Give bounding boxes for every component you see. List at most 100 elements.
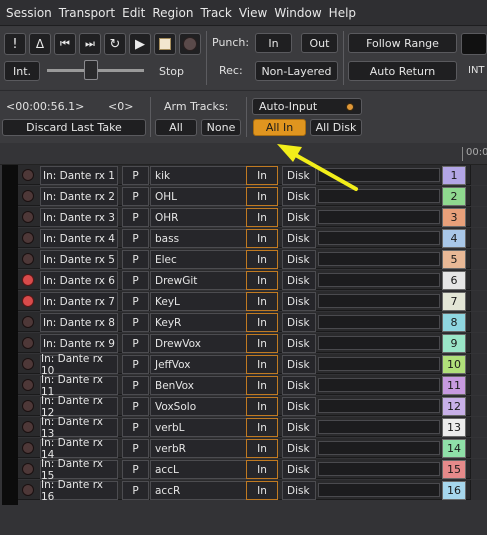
record-arm-button[interactable] — [22, 274, 34, 286]
track-input-button[interactable]: In: Dante rx 1 — [40, 166, 118, 185]
track-input-button[interactable]: In: Dante rx 4 — [40, 229, 118, 248]
monitor-input-button[interactable]: In — [246, 271, 278, 290]
track-region-area[interactable] — [470, 417, 487, 437]
rec-mode-button[interactable]: Non-Layered — [255, 61, 338, 81]
monitor-disk-button[interactable]: Disk — [282, 250, 316, 269]
track-input-button[interactable]: In: Dante rx 8 — [40, 313, 118, 332]
monitor-disk-button[interactable]: Disk — [282, 292, 316, 311]
track-region-area[interactable] — [470, 354, 487, 374]
shuttle-slider-knob[interactable] — [84, 60, 98, 80]
monitor-disk-button[interactable]: Disk — [282, 355, 316, 374]
track-region-area[interactable] — [470, 291, 487, 311]
menu-track[interactable]: Track — [200, 6, 231, 20]
auto-return-button[interactable]: Auto Return — [348, 61, 457, 81]
track-input-button[interactable]: In: Dante rx 2 — [40, 187, 118, 206]
monitor-disk-button[interactable]: Disk — [282, 334, 316, 353]
track-row[interactable]: In: Dante rx 15 P accL In Disk 15 — [18, 458, 487, 482]
track-input-button[interactable]: In: Dante rx 11 — [40, 374, 118, 398]
track-row[interactable]: In: Dante rx 5 P Elec In Disk 5 — [18, 249, 487, 270]
track-name[interactable]: bass — [150, 229, 260, 248]
play-button[interactable]: ▶ — [129, 33, 151, 55]
menu-session[interactable]: Session — [6, 6, 52, 20]
menu-view[interactable]: View — [239, 6, 267, 20]
track-input-button[interactable]: In: Dante rx 3 — [40, 208, 118, 227]
stop-button[interactable] — [154, 33, 176, 55]
monitor-disk-button[interactable]: Disk — [282, 313, 316, 332]
monitor-disk-button[interactable]: Disk — [282, 460, 316, 479]
monitor-input-button[interactable]: In — [246, 208, 278, 227]
clock-mode-button[interactable]: Int. — [4, 61, 40, 81]
monitor-disk-button[interactable]: Disk — [282, 187, 316, 206]
menu-edit[interactable]: Edit — [122, 6, 145, 20]
track-input-button[interactable]: In: Dante rx 12 — [40, 395, 118, 419]
punch-in-button[interactable]: In — [255, 33, 292, 53]
punch-out-button[interactable]: Out — [301, 33, 338, 53]
monitor-disk-button[interactable]: Disk — [282, 481, 316, 500]
record-arm-button[interactable] — [22, 358, 34, 370]
arm-all-button[interactable]: All — [155, 119, 197, 136]
record-arm-button[interactable] — [22, 211, 34, 223]
track-row[interactable]: In: Dante rx 1 P kik In Disk 1 — [18, 165, 487, 186]
monitor-input-button[interactable]: In — [246, 187, 278, 206]
track-region-area[interactable] — [470, 249, 487, 269]
track-region-area[interactable] — [470, 375, 487, 395]
record-arm-button[interactable] — [22, 190, 34, 202]
track-playlist-button[interactable]: P — [122, 376, 149, 395]
record-arm-button[interactable] — [22, 379, 34, 391]
monitor-input-button[interactable]: In — [246, 334, 278, 353]
loop-button[interactable]: ↻ — [104, 33, 126, 55]
track-name[interactable]: accR — [150, 481, 260, 500]
track-input-button[interactable]: In: Dante rx 13 — [40, 416, 118, 440]
monitor-disk-button[interactable]: Disk — [282, 418, 316, 437]
all-in-button[interactable]: All In — [253, 119, 306, 136]
record-arm-button[interactable] — [22, 253, 34, 265]
record-arm-button[interactable] — [22, 295, 34, 307]
track-name[interactable]: verbR — [150, 439, 260, 458]
track-row[interactable]: In: Dante rx 9 P DrewVox In Disk 9 — [18, 333, 487, 354]
track-region-area[interactable] — [470, 333, 487, 353]
record-arm-button[interactable] — [22, 232, 34, 244]
track-row[interactable]: In: Dante rx 6 P DrewGit In Disk 6 — [18, 270, 487, 291]
record-arm-button[interactable] — [22, 316, 34, 328]
monitor-input-button[interactable]: In — [246, 166, 278, 185]
track-playlist-button[interactable]: P — [122, 460, 149, 479]
track-name[interactable]: KeyL — [150, 292, 260, 311]
monitor-input-button[interactable]: In — [246, 355, 278, 374]
track-playlist-button[interactable]: P — [122, 166, 149, 185]
track-region-area[interactable] — [470, 480, 487, 500]
track-input-button[interactable]: In: Dante rx 10 — [40, 353, 118, 377]
follow-range-button[interactable]: Follow Range — [348, 33, 457, 53]
monitor-input-button[interactable]: In — [246, 313, 278, 332]
track-row[interactable]: In: Dante rx 10 P JeffVox In Disk 10 — [18, 353, 487, 377]
track-name[interactable]: DrewVox — [150, 334, 260, 353]
track-row[interactable]: In: Dante rx 13 P verbL In Disk 13 — [18, 416, 487, 440]
track-playlist-button[interactable]: P — [122, 481, 149, 500]
record-arm-button[interactable] — [22, 400, 34, 412]
track-row[interactable]: In: Dante rx 2 P OHL In Disk 2 — [18, 186, 487, 207]
track-name[interactable]: OHL — [150, 187, 260, 206]
track-row[interactable]: In: Dante rx 14 P verbR In Disk 14 — [18, 437, 487, 461]
monitor-disk-button[interactable]: Disk — [282, 229, 316, 248]
track-region-area[interactable] — [470, 186, 487, 206]
alert-button[interactable]: ! — [4, 33, 26, 55]
record-arm-button[interactable] — [22, 484, 34, 496]
track-input-button[interactable]: In: Dante rx 6 — [40, 271, 118, 290]
record-arm-button[interactable] — [22, 421, 34, 433]
track-name[interactable]: Elec — [150, 250, 260, 269]
monitor-input-button[interactable]: In — [246, 418, 278, 437]
goto-end-button[interactable]: ⏭ — [79, 33, 101, 55]
track-region-area[interactable] — [470, 438, 487, 458]
monitor-input-button[interactable]: In — [246, 439, 278, 458]
track-playlist-button[interactable]: P — [122, 439, 149, 458]
monitor-input-button[interactable]: In — [246, 250, 278, 269]
metronome-button[interactable]: Δ — [29, 33, 51, 55]
monitor-disk-button[interactable]: Disk — [282, 166, 316, 185]
track-region-area[interactable] — [470, 396, 487, 416]
track-name[interactable]: kik — [150, 166, 260, 185]
record-arm-button[interactable] — [22, 442, 34, 454]
monitor-input-button[interactable]: In — [246, 229, 278, 248]
track-region-area[interactable] — [470, 312, 487, 332]
track-row[interactable]: In: Dante rx 4 P bass In Disk 4 — [18, 228, 487, 249]
track-input-button[interactable]: In: Dante rx 15 — [40, 458, 118, 482]
goto-start-button[interactable]: ⏮ — [54, 33, 76, 55]
